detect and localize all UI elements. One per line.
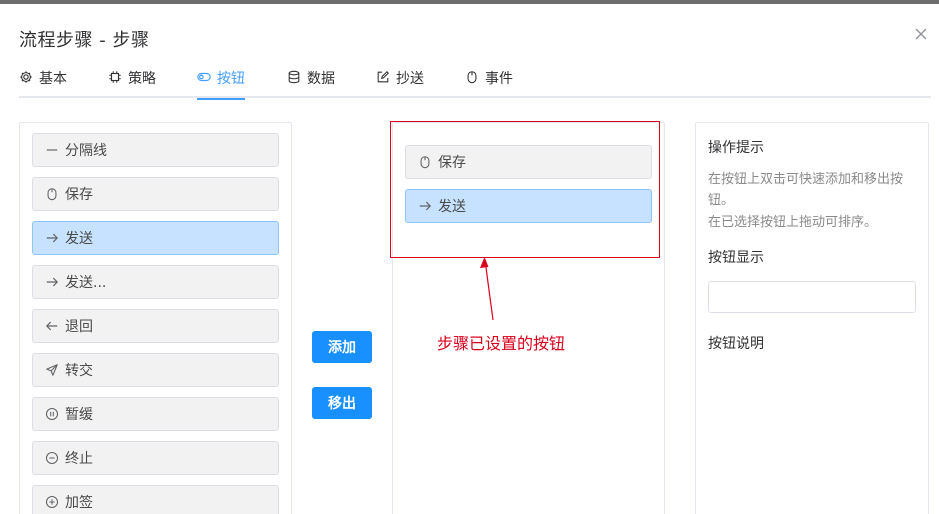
tab-label: 数据 bbox=[307, 71, 335, 87]
tab-strategy[interactable]: 策略 bbox=[108, 68, 156, 98]
available-button-terminate[interactable]: 终止 bbox=[32, 441, 279, 475]
window-top-border bbox=[0, 0, 939, 4]
available-button-send[interactable]: 发送 bbox=[32, 221, 279, 255]
database-icon bbox=[288, 70, 300, 84]
annotation-label: 步骤已设置的按钮 bbox=[437, 334, 566, 353]
button-label: 保存 bbox=[438, 155, 466, 171]
minus-icon bbox=[46, 149, 58, 151]
chip-icon bbox=[109, 71, 121, 83]
arrow-right-icon bbox=[46, 233, 59, 243]
tab-label: 策略 bbox=[128, 71, 156, 87]
available-button-countersign[interactable]: 加签 bbox=[32, 485, 279, 514]
arrow-left-icon bbox=[45, 321, 58, 331]
configured-button-send[interactable]: 发送 bbox=[405, 189, 652, 223]
tab-buttons[interactable]: 按钮 bbox=[197, 68, 245, 100]
close-icon[interactable] bbox=[913, 26, 929, 42]
button-label: 发送 bbox=[65, 231, 93, 247]
remove-button[interactable]: 移出 bbox=[312, 387, 372, 419]
tab-label: 事件 bbox=[485, 71, 513, 87]
configured-button-save[interactable]: 保存 bbox=[405, 145, 652, 179]
gear-icon bbox=[20, 71, 32, 83]
button-label: 转交 bbox=[65, 363, 93, 379]
display-input[interactable] bbox=[708, 281, 916, 313]
mouse-icon bbox=[467, 71, 477, 84]
tab-data[interactable]: 数据 bbox=[287, 68, 335, 98]
available-button-separator[interactable]: 分隔线 bbox=[32, 133, 279, 167]
button-label: 分隔线 bbox=[65, 143, 107, 159]
hint-line-1: 在按钮上双击可快速添加和移出按钮。 bbox=[708, 172, 904, 208]
tab-label: 基本 bbox=[39, 71, 67, 87]
button-label: 退回 bbox=[65, 319, 93, 335]
configured-buttons-panel: 保存 发送 bbox=[392, 122, 665, 514]
tab-cc[interactable]: 抄送 bbox=[376, 68, 424, 98]
button-label: 加签 bbox=[65, 495, 93, 511]
mouse-icon bbox=[420, 156, 430, 169]
available-buttons-panel: 分隔线 保存 发送 发送... 退回 转交 暂缓 终止 加签 bbox=[19, 122, 292, 514]
button-label: 保存 bbox=[65, 187, 93, 203]
available-button-send-more[interactable]: 发送... bbox=[32, 265, 279, 299]
pause-icon bbox=[45, 407, 59, 421]
mouse-icon bbox=[47, 188, 57, 201]
properties-panel: 操作提示 在按钮上双击可快速添加和移出按钮。 在已选择按钮上拖动可排序。 按钮显… bbox=[695, 122, 929, 514]
button-label: 终止 bbox=[65, 451, 93, 467]
arrow-right-icon bbox=[46, 277, 59, 287]
display-field-label: 按钮显示 bbox=[708, 250, 764, 266]
add-button[interactable]: 添加 bbox=[312, 331, 372, 363]
send-icon bbox=[46, 364, 58, 376]
tab-events[interactable]: 事件 bbox=[465, 68, 513, 98]
toggle-icon bbox=[197, 72, 211, 82]
button-label: 发送... bbox=[65, 275, 107, 291]
arrow-right-icon bbox=[419, 201, 432, 211]
tab-label: 抄送 bbox=[396, 71, 424, 87]
button-label: 发送 bbox=[438, 199, 466, 215]
dialog-title: 流程步骤 - 步骤 bbox=[19, 30, 150, 51]
tab-bar: 基本 策略 按钮 数据 抄送 事件 bbox=[19, 60, 931, 100]
tab-label: 按钮 bbox=[217, 71, 245, 87]
description-field-label: 按钮说明 bbox=[708, 336, 764, 352]
available-button-transfer[interactable]: 转交 bbox=[32, 353, 279, 387]
annotation-arrow bbox=[480, 257, 494, 321]
hint-title: 操作提示 bbox=[708, 140, 764, 156]
tab-basic[interactable]: 基本 bbox=[19, 68, 67, 98]
available-button-pause[interactable]: 暂缓 bbox=[32, 397, 279, 431]
plus-circle-icon bbox=[45, 495, 59, 509]
hint-line-2: 在已选择按钮上拖动可排序。 bbox=[708, 215, 878, 230]
button-label: 暂缓 bbox=[65, 407, 93, 423]
available-button-return[interactable]: 退回 bbox=[32, 309, 279, 343]
edit-icon bbox=[377, 71, 389, 83]
minus-circle-icon bbox=[45, 451, 59, 465]
available-button-save[interactable]: 保存 bbox=[32, 177, 279, 211]
